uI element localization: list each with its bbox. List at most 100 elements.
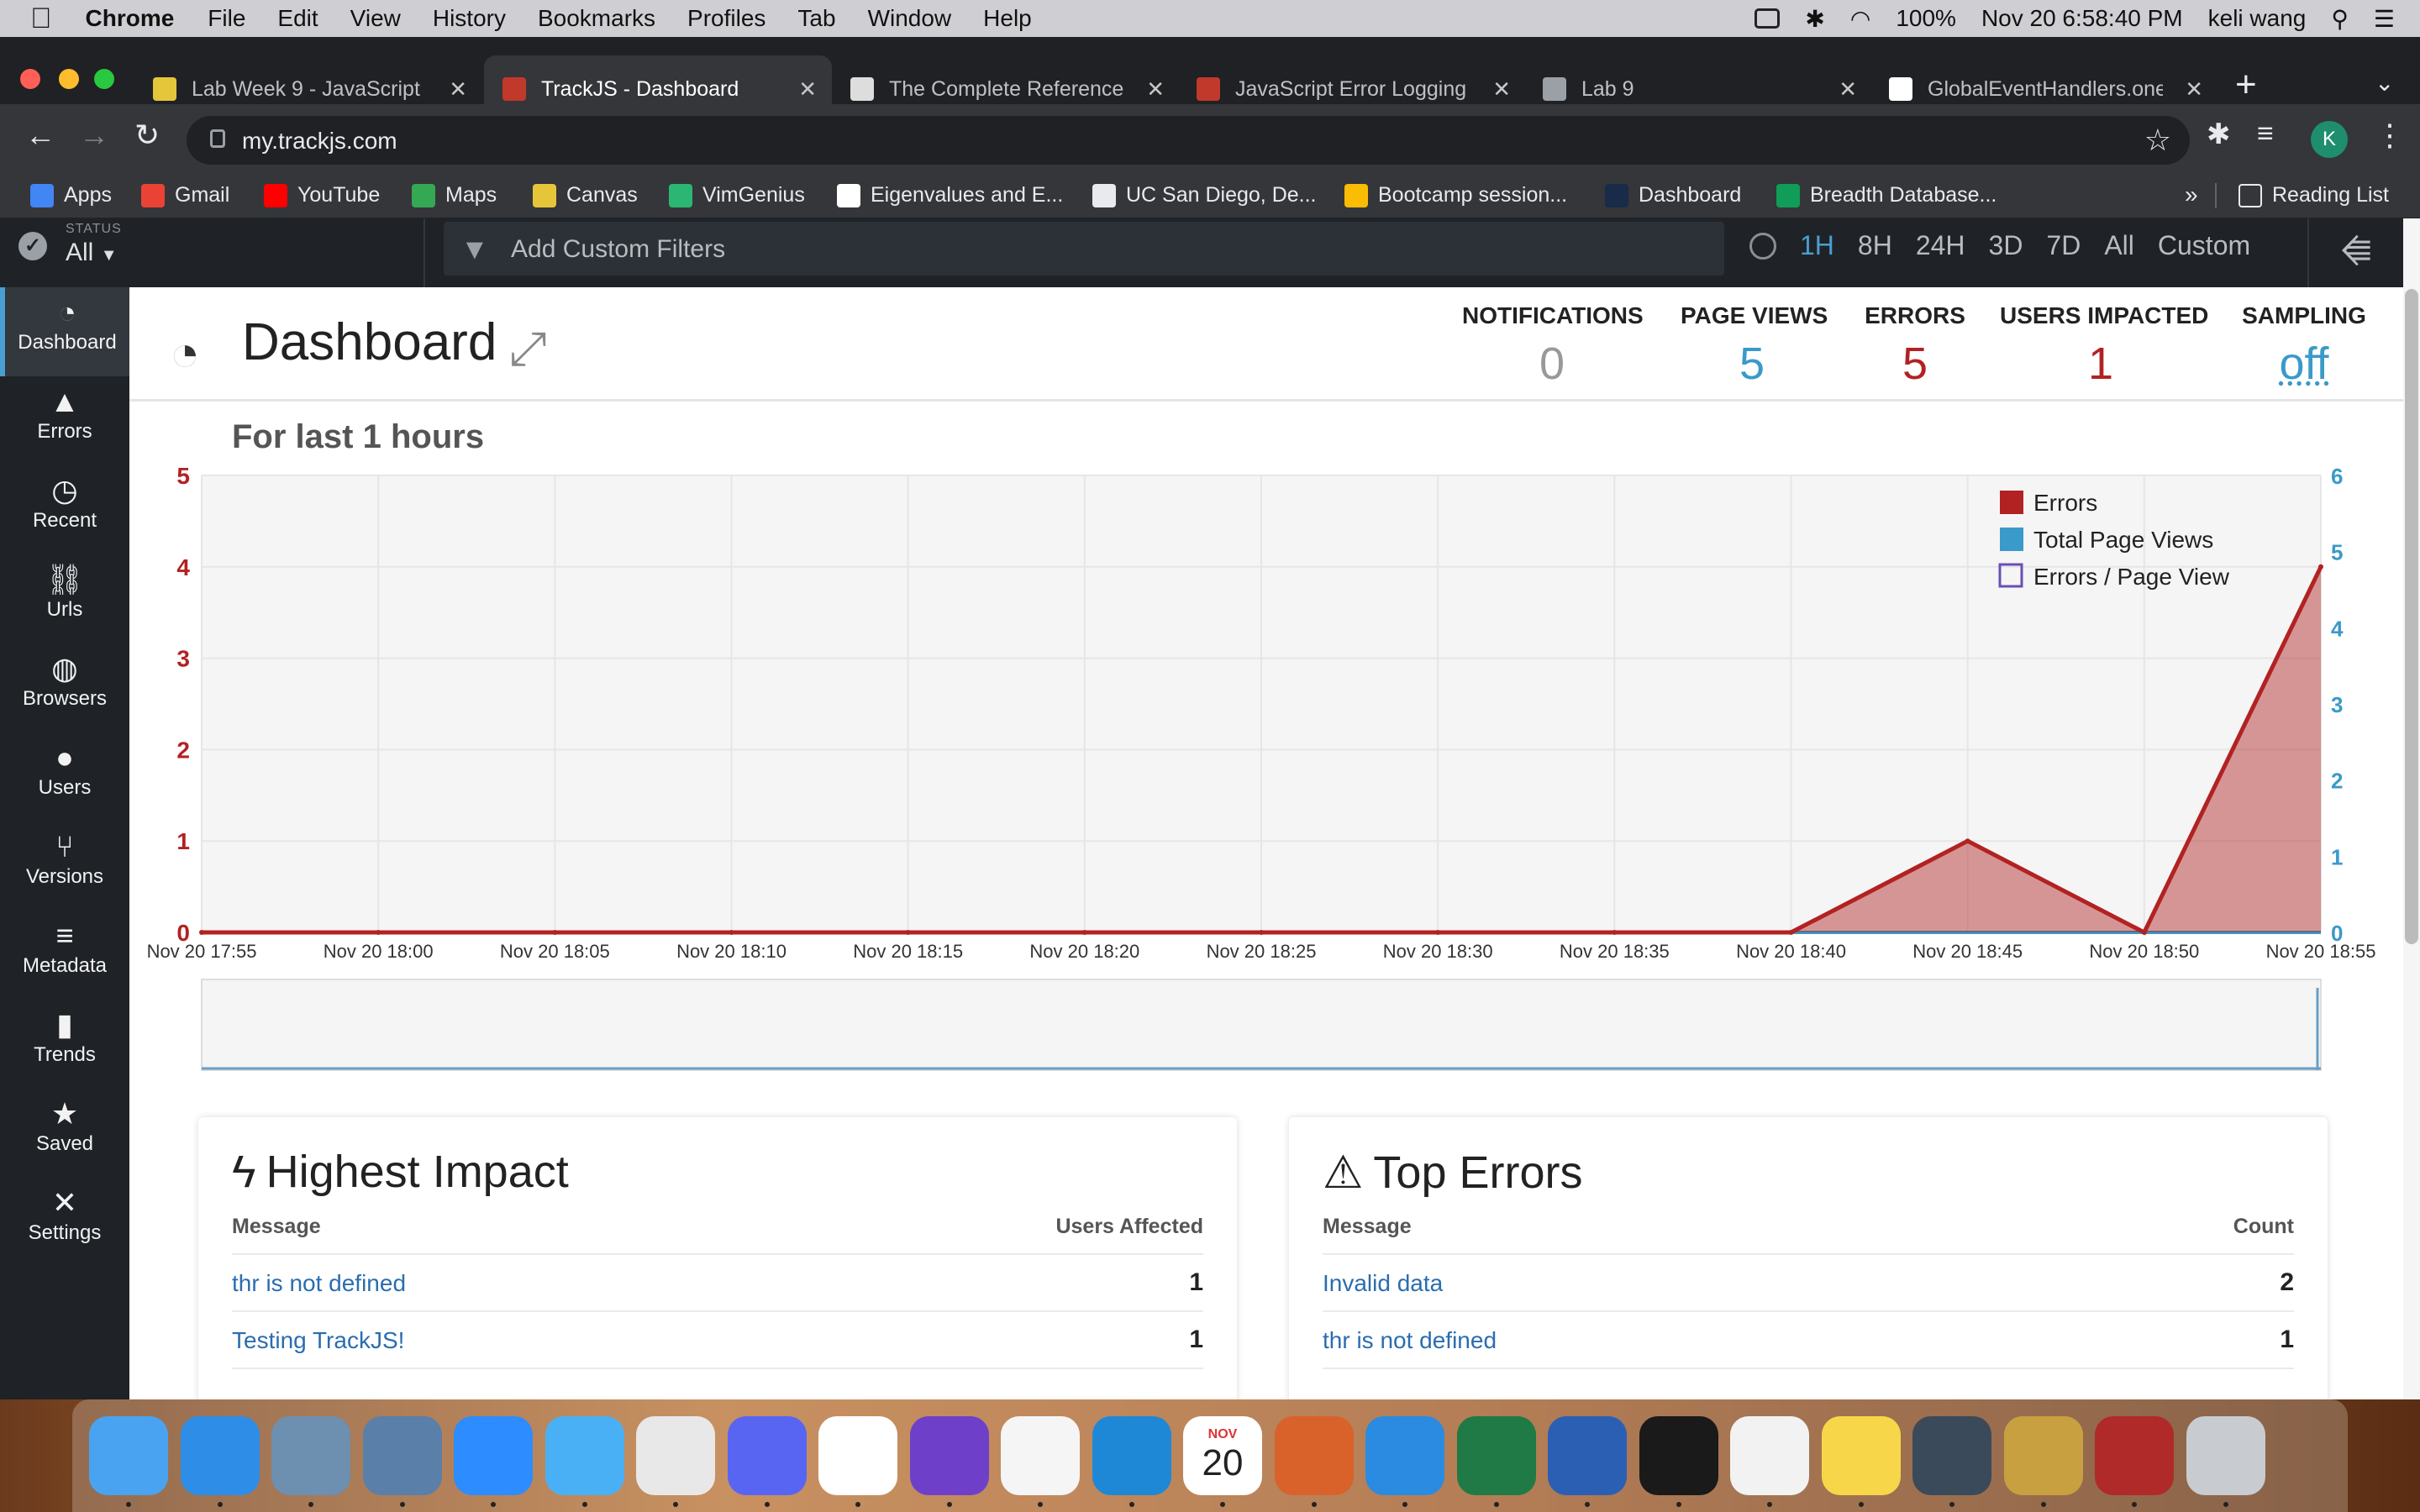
tab-close-icon[interactable]: ✕ (2185, 76, 2203, 102)
time-range-custom[interactable]: Custom (2158, 230, 2250, 261)
dock-app-chrome-icon[interactable] (636, 1416, 715, 1495)
bookmark-item[interactable]: Canvas (533, 183, 638, 207)
dock-app-discord-icon[interactable] (727, 1416, 807, 1495)
control-center-icon[interactable]: ☰ (2374, 5, 2395, 33)
errors-data-point[interactable] (2141, 930, 2147, 935)
dock-app-photo-booth-icon[interactable] (2095, 1416, 2174, 1495)
sidebar-item-errors[interactable]: ▲ Errors (0, 376, 129, 465)
dock-app-github-desktop-icon[interactable] (909, 1416, 989, 1495)
sidebar-item-settings[interactable]: ✕ Settings (0, 1178, 129, 1267)
url-text[interactable]: my.trackjs.com (242, 128, 397, 155)
tab-close-icon[interactable]: ✕ (1492, 76, 1511, 102)
stat-page-views[interactable]: PAGE VIEWS 5 (1681, 302, 1828, 390)
tab-close-icon[interactable]: ✕ (449, 76, 467, 102)
bluetooth-icon[interactable]: ✱ (1805, 5, 1824, 33)
chart-navigator[interactable] (201, 979, 2322, 1071)
reload-button[interactable]: ↻ (134, 118, 160, 153)
legend-label[interactable]: Total Page Views (2033, 527, 2213, 553)
tab-search-icon[interactable]: ⌄ (2375, 69, 2394, 97)
errors-data-point[interactable] (199, 930, 204, 935)
status-filter[interactable]: ✓ STATUS All ▼ (0, 218, 425, 287)
sidebar-item-saved[interactable]: ★ Saved (0, 1089, 129, 1178)
expand-icon[interactable]: ⤢ (509, 321, 547, 377)
time-range-7d[interactable]: 7D (2046, 230, 2081, 261)
time-range-1h[interactable]: 1H (1800, 230, 1834, 261)
dock-app-word-icon[interactable] (1548, 1416, 1627, 1495)
minimize-window-button[interactable] (59, 69, 79, 89)
menu-bookmarks[interactable]: Bookmarks (538, 5, 655, 32)
chrome-menu-icon[interactable]: ⋮ (2375, 118, 2405, 153)
menu-edit[interactable]: Edit (277, 5, 318, 32)
dock-app-preview-icon[interactable] (271, 1416, 350, 1495)
stat-users-impacted[interactable]: USERS IMPACTED 1 (2000, 302, 2208, 390)
forward-button[interactable]: → (79, 118, 109, 153)
errors-data-point[interactable] (1259, 930, 1264, 935)
lock-icon[interactable] (210, 129, 225, 148)
menu-file[interactable]: File (208, 5, 245, 32)
menu-history[interactable]: History (433, 5, 506, 32)
page-scrollbar-thumb[interactable] (2405, 289, 2418, 944)
stat-sampling-value[interactable]: off (2237, 338, 2371, 390)
sidebar-item-urls[interactable]: ⛓ Urls (0, 554, 129, 643)
more-bookmarks-icon[interactable]: » (2185, 181, 2198, 208)
stat-notifications[interactable]: NOTIFICATIONS 0 (1462, 302, 1644, 390)
sidebar-item-versions[interactable]: ⑂ Versions (0, 822, 129, 911)
errors-data-point[interactable] (2318, 564, 2323, 570)
address-bar[interactable]: my.trackjs.com ☆ (187, 116, 2190, 165)
media-control-icon[interactable]: ≡ (2257, 118, 2274, 150)
time-range-3d[interactable]: 3D (1989, 230, 2023, 261)
zoom-status-icon[interactable] (1754, 8, 1781, 29)
highest-impact-col-users[interactable]: Users Affected (1055, 1215, 1203, 1239)
back-button[interactable]: ← (25, 118, 55, 153)
dock-app-keychain-icon[interactable] (2003, 1416, 2083, 1495)
stat-sampling[interactable]: SAMPLING off (2237, 302, 2371, 390)
extensions-icon[interactable]: ✱ (2207, 118, 2231, 151)
bookmark-item[interactable]: Apps (30, 183, 112, 207)
wifi-icon[interactable]: ◠ (1850, 5, 1870, 33)
dock-app-trash-icon[interactable] (2186, 1416, 2265, 1495)
dock-app-messages-icon[interactable] (544, 1416, 624, 1495)
dock-app-zoom-icon[interactable] (454, 1416, 533, 1495)
errors-data-point[interactable] (1965, 838, 1970, 844)
apple-menu-icon[interactable]:  (30, 3, 52, 35)
table-row[interactable]: thr is not defined 1 (232, 1253, 1203, 1310)
menu-tab[interactable]: Tab (797, 5, 835, 32)
dock-app-calendar-icon[interactable]: NOV 20 (1183, 1416, 1262, 1495)
table-row[interactable]: Testing TrackJS! 1 (232, 1310, 1203, 1368)
top-errors-message[interactable]: Invalid data (1323, 1270, 1443, 1297)
dock-app-quicktime-icon[interactable] (1912, 1416, 1991, 1495)
errors-data-point[interactable] (1612, 930, 1618, 935)
tab-close-icon[interactable]: ✕ (798, 76, 817, 102)
sidebar-item-browsers[interactable]: ◍ Browsers (0, 643, 129, 732)
dock-app-matlab-icon[interactable] (1274, 1416, 1354, 1495)
dock-app-vs-code-icon[interactable] (1092, 1416, 1171, 1495)
menu-profiles[interactable]: Profiles (687, 5, 765, 32)
dock-app-safari-icon[interactable] (180, 1416, 260, 1495)
bookmark-item[interactable]: YouTube (264, 183, 380, 207)
menu-window[interactable]: Window (868, 5, 952, 32)
table-row[interactable]: thr is not defined 1 (1323, 1310, 2294, 1368)
tab-close-icon[interactable]: ✕ (1146, 76, 1165, 102)
dock-app-textedit-icon[interactable] (1730, 1416, 1809, 1495)
dock-app-notes-icon[interactable] (1821, 1416, 1901, 1495)
highest-impact-message[interactable]: thr is not defined (232, 1270, 406, 1297)
errors-data-point[interactable] (1435, 930, 1441, 935)
bookmark-item[interactable]: Maps (412, 183, 497, 207)
bookmark-item[interactable]: Breadth Database... (1776, 183, 1996, 207)
profile-avatar[interactable]: K (2311, 121, 2348, 158)
battery-percent[interactable]: 100% (1896, 5, 1956, 32)
user-name[interactable]: keli wang (2208, 5, 2307, 32)
app-menu[interactable]: Chrome (86, 5, 175, 32)
reading-list-button[interactable]: Reading List (2238, 183, 2389, 207)
clock-text[interactable]: Nov 20 6:58:40 PM (1981, 5, 2183, 32)
bookmark-item[interactable]: Eigenvalues and E... (837, 183, 1063, 207)
bookmark-item[interactable]: Bootcamp session... (1344, 183, 1567, 207)
errors-data-point[interactable] (905, 930, 911, 935)
bookmark-star-icon[interactable]: ☆ (2144, 123, 2171, 158)
top-errors-message[interactable]: thr is not defined (1323, 1327, 1497, 1354)
dock-app-slack-icon[interactable] (818, 1416, 897, 1495)
top-errors-col-count[interactable]: Count (2233, 1215, 2294, 1239)
sidebar-item-dashboard[interactable]: ◔ Dashboard (0, 287, 129, 376)
errors-data-point[interactable] (1081, 930, 1087, 935)
sidebar-item-recent[interactable]: ◷ Recent (0, 465, 129, 554)
